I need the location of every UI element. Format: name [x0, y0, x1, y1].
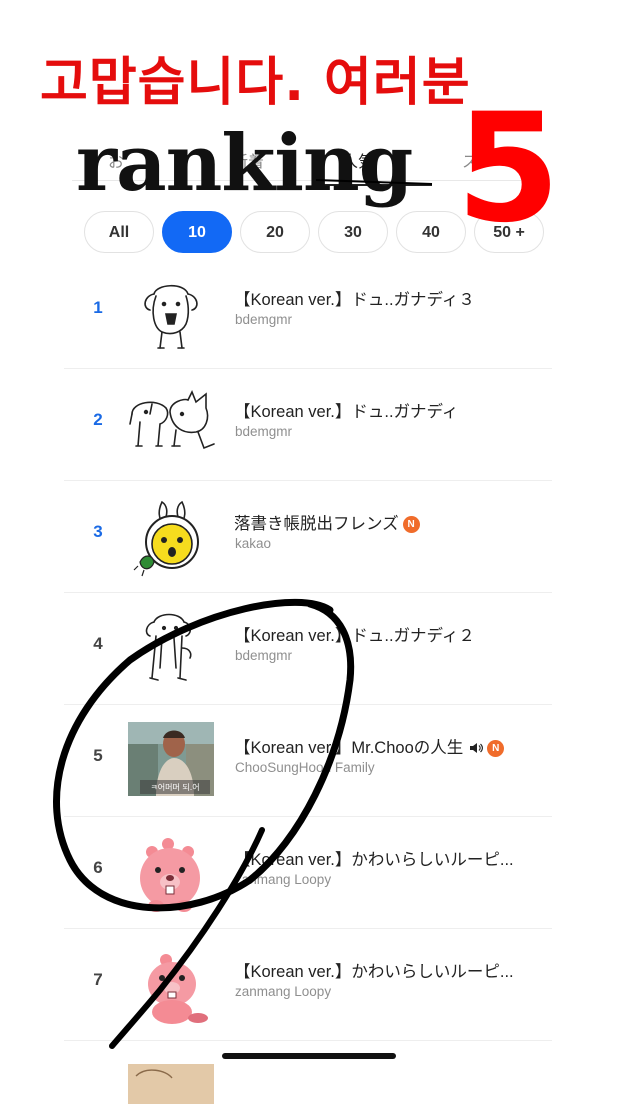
sticker-title: 【Korean ver.】ドュ..ガナディ３: [234, 291, 475, 309]
filter-chip-10[interactable]: 10: [162, 211, 232, 253]
rank-number: 4: [93, 634, 103, 653]
sticker-author: zanmang Loopy: [235, 984, 332, 999]
story-ranking-number: 5: [456, 82, 561, 256]
rank-number: 6: [93, 858, 103, 877]
long-dog-sketch-icon: [145, 613, 192, 681]
ranking-row[interactable]: 1 【Korean ver.】ドュ..ガナディ３ bdemgmr: [64, 258, 552, 369]
filter-chip-30[interactable]: 30: [318, 211, 388, 253]
speaker-icon: [469, 740, 484, 759]
sticker-author: bdemgmr: [235, 424, 293, 439]
sticker-author: kakao: [235, 536, 272, 551]
dog-sketch-icon: [144, 284, 198, 349]
pink-beaver-icon: [148, 954, 208, 1024]
ranking-row[interactable]: 4 【Korean ver.】ドュ..ガナディ２ bdemgmr: [64, 594, 552, 705]
ranking-row[interactable]: 6 【Korean ver.】かわいらしいルーピ... zanmang Loop…: [64, 818, 552, 929]
ranking-row[interactable]: 2 【Korean ver.】ドュ..ガナディ bdemgmr: [64, 370, 552, 481]
sticker-title: 【Korean ver.】かわいらしいルーピ...: [234, 851, 514, 869]
filter-chip-all[interactable]: All: [84, 211, 154, 253]
sticker-title: 【Korean ver.】かわいらしいルーピ...: [234, 963, 514, 981]
filter-chip-20[interactable]: 20: [240, 211, 310, 253]
sticker-title-text: 落書き帳脱出フレンズ: [234, 515, 399, 533]
rank-number: 1: [93, 298, 103, 317]
sticker-title: 【Korean ver.】ドュ..ガナディ: [234, 403, 459, 421]
sticker-title: 【Korean ver.】Mr.Chooの人生 N: [234, 734, 505, 759]
rank-number: 2: [93, 410, 103, 429]
photo-caption: ㅋ어머머 되.어: [150, 782, 199, 792]
ranking-row[interactable]: 7 【Korean ver.】かわいらしいルーピ... zanmang Loop…: [64, 930, 552, 1041]
sticker-title: 【Korean ver.】ドュ..ガナディ２: [234, 627, 475, 645]
sticker-author: bdemgmr: [235, 312, 293, 327]
story-ranking-label: ranking: [76, 118, 413, 209]
new-badge: N: [402, 516, 420, 533]
sticker-ranking-screen: お 新着 人気 ス All 10 20 30 40 50 + 1 【Korean…: [0, 0, 640, 1114]
sticker-author: bdemgmr: [235, 648, 293, 663]
bunny-character-icon: [133, 500, 199, 577]
sticker-title: 落書き帳脱出フレンズ N: [234, 510, 420, 534]
photo-thumbnail: ㅋ어머머 되.어: [128, 722, 214, 796]
rank-number: 7: [93, 970, 103, 989]
new-badge: N: [487, 740, 505, 757]
ranking-row[interactable]: 3 落書き帳脱出フレンズ N kakao: [64, 482, 552, 593]
rank-number: 3: [93, 522, 103, 541]
home-indicator[interactable]: [222, 1053, 396, 1059]
dog-and-cat-sketch-icon: [129, 390, 215, 450]
rank-number: 5: [93, 746, 103, 765]
pink-beaver-icon: [140, 838, 200, 912]
sticker-thumbnail-partial: [128, 1064, 214, 1104]
sticker-author: ChooSungHoon Family: [235, 760, 375, 775]
ranking-row[interactable]: 5 ㅋ어머머 되.어 【Korean ver.】Mr.Chooの人生 N Choo…: [64, 706, 552, 817]
story-headline: 고맙습니다. 여러분: [40, 53, 471, 113]
sticker-author: zanmang Loopy: [235, 872, 332, 887]
sticker-title-text: 【Korean ver.】Mr.Chooの人生: [234, 739, 464, 757]
